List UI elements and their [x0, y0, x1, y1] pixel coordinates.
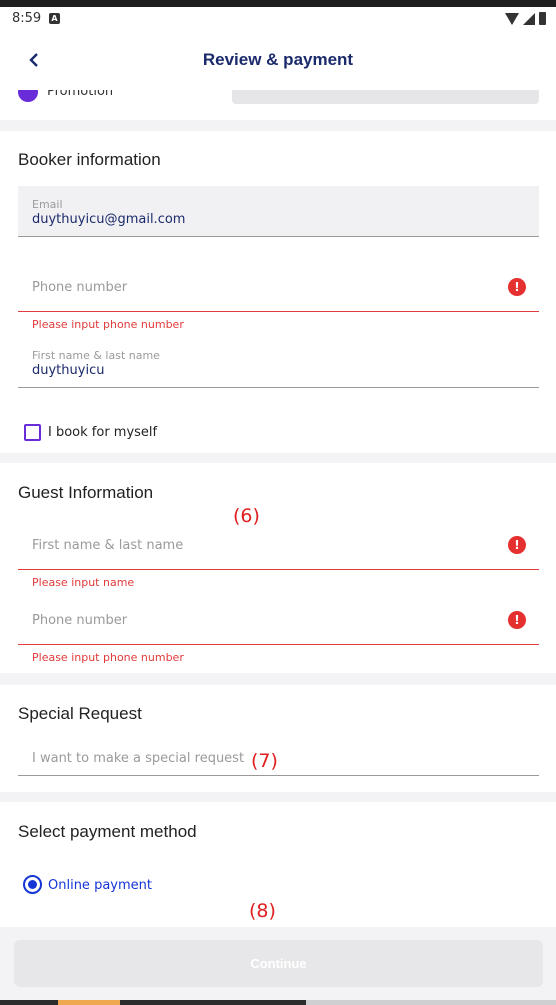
app-header: Review & payment — [0, 32, 556, 90]
guest-phone-error: Please input phone number — [32, 651, 184, 664]
status-bar: 8:59 A — [0, 7, 556, 32]
online-payment-label[interactable]: Online payment — [48, 878, 152, 893]
guest-name-error: Please input name — [32, 576, 135, 589]
booker-name-value: duythuyicu — [32, 363, 105, 378]
signal-icon — [523, 12, 535, 25]
email-label: Email — [32, 198, 63, 211]
error-icon: ! — [508, 611, 526, 629]
top-edge — [0, 0, 556, 7]
radio-selected-dot — [28, 880, 37, 889]
voucher-select-button[interactable]: Select voucher or input code — [232, 90, 539, 104]
booker-name-label: First name & last name — [32, 349, 160, 362]
book-for-myself-checkbox[interactable] — [24, 424, 41, 441]
status-icons — [505, 12, 546, 25]
special-request-title: Special Request — [18, 704, 142, 723]
error-icon: ! — [508, 278, 526, 296]
booker-name-field[interactable]: First name & last name duythuyicu — [18, 337, 539, 388]
guest-phone-placeholder: Phone number — [32, 613, 128, 628]
payment-section-title: Select payment method — [18, 822, 197, 841]
status-time: 8:59 — [12, 11, 42, 26]
email-value: duythuyicu@gmail.com — [32, 212, 186, 227]
special-request-input[interactable]: I want to make a special request — [18, 742, 539, 776]
payment-card: Select payment method — [0, 802, 556, 927]
page-title: Review & payment — [202, 50, 354, 69]
guest-name-field[interactable]: First name & last name ! — [18, 520, 539, 570]
booker-phone-error: Please input phone number — [32, 318, 184, 331]
promotion-label: Promotion — [47, 90, 114, 99]
battery-icon — [539, 12, 546, 25]
guest-phone-field[interactable]: Phone number ! — [18, 595, 539, 645]
email-field[interactable]: Email duythuyicu@gmail.com — [18, 186, 539, 237]
book-for-myself-label[interactable]: I book for myself — [48, 425, 157, 440]
promotion-row: Promotion Select voucher or input code — [0, 90, 556, 120]
special-request-placeholder: I want to make a special request — [32, 751, 245, 766]
annotation-7: (7) — [251, 750, 278, 772]
booker-card: Booker information Email duythuyicu@gmai… — [0, 131, 556, 453]
annotation-6: (6) — [233, 505, 260, 527]
booker-phone-field[interactable]: Phone number ! — [18, 262, 539, 312]
special-request-card: Special Request I want to make a special… — [0, 685, 556, 792]
online-payment-radio[interactable] — [23, 875, 42, 894]
annotation-8: (8) — [249, 900, 276, 922]
guest-name-placeholder: First name & last name — [32, 538, 184, 553]
booker-phone-placeholder: Phone number — [32, 280, 128, 295]
guest-card: Guest Information First name & last name… — [0, 463, 556, 673]
bottom-bar-segment — [306, 1000, 556, 1005]
continue-button[interactable]: Continue — [14, 940, 543, 987]
notification-a-icon: A — [49, 13, 60, 24]
booker-section-title: Booker information — [18, 150, 161, 169]
guest-section-title: Guest Information — [18, 483, 154, 502]
wifi-icon — [505, 12, 519, 25]
error-icon: ! — [508, 536, 526, 554]
promotion-icon — [18, 90, 38, 102]
bottom-bar-segment — [58, 1000, 120, 1005]
